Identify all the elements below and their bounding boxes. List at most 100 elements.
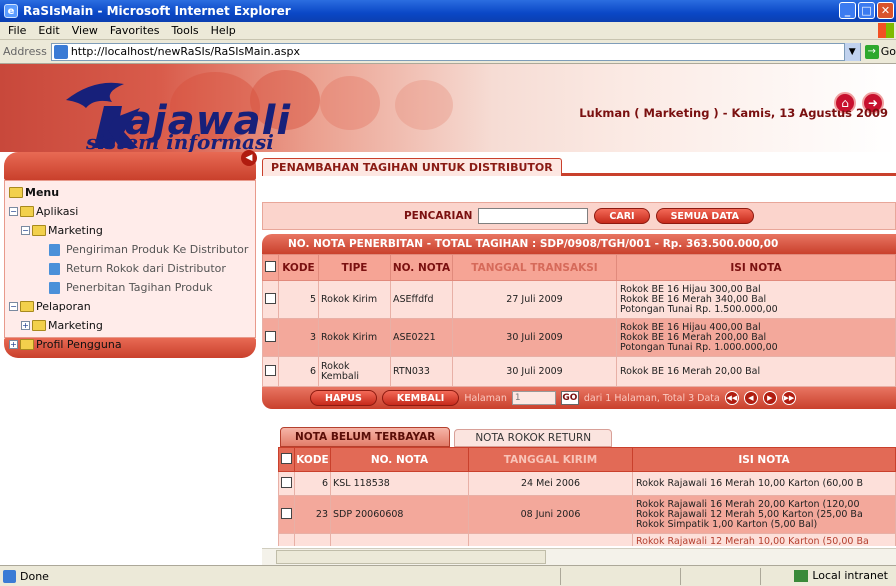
col-nota[interactable]: NO. NOTA (330, 447, 469, 472)
tree-label: Marketing (48, 319, 103, 332)
tree-item-aplikasi[interactable]: − Aplikasi (9, 202, 255, 221)
page-info: dari 1 Halaman, Total 3 Data (583, 392, 720, 404)
row-checkbox[interactable] (281, 476, 292, 488)
table-row[interactable]: 23 SDP 20060608 08 Juni 2006 Rokok Rajaw… (278, 495, 896, 534)
isi-line: Rokok BE 16 Hijau 300,00 Bal (620, 283, 761, 295)
collapse-icon[interactable]: − (21, 226, 30, 235)
address-input[interactable]: http://localhost/newRaSIs/RaSIsMain.aspx… (50, 42, 861, 61)
delete-button[interactable]: HAPUS (310, 390, 377, 406)
horizontal-scrollbar[interactable] (262, 548, 896, 565)
maximize-button[interactable]: □ (858, 2, 875, 19)
address-label: Address (3, 45, 47, 58)
menu-help[interactable]: Help (211, 24, 236, 37)
expand-icon[interactable]: + (21, 321, 30, 330)
cell-nota: SDP 20060608 (330, 495, 469, 534)
row-checkbox[interactable] (265, 330, 276, 342)
tree-item-return[interactable]: Return Rokok dari Distributor (9, 259, 255, 278)
menu-tools[interactable]: Tools (172, 24, 199, 37)
cell-kode: 6 (278, 356, 319, 387)
col-isi[interactable]: ISI NOTA (632, 447, 896, 472)
row-checkbox[interactable] (265, 292, 276, 304)
tree-item-marketing-report[interactable]: + Marketing (9, 316, 255, 335)
cell-tanggal: 24 Mei 2006 (468, 471, 633, 496)
search-bar: PENCARIAN CARI SEMUA DATA (262, 202, 896, 230)
select-all-checkbox[interactable] (262, 254, 279, 281)
panel-header: PENAMBAHAN TAGIHAN UNTUK DISTRIBUTOR (262, 152, 896, 176)
search-input[interactable] (478, 208, 589, 224)
prev-page-icon[interactable]: ◀ (743, 391, 758, 405)
collapse-icon[interactable]: − (9, 207, 18, 216)
last-page-icon[interactable]: ▶▶ (781, 391, 796, 405)
col-isi[interactable]: ISI NOTA (616, 254, 896, 281)
isi-line: Potongan Tunai Rp. 1.500.000,00 (620, 303, 778, 315)
page-go-button[interactable]: GO (560, 391, 579, 405)
show-all-button[interactable]: SEMUA DATA (655, 208, 755, 224)
tab-nota-belum-terbayar[interactable]: NOTA BELUM TERBAYAR (280, 427, 451, 447)
menu-tree: Menu − Aplikasi − Marketing Pengiriman P… (4, 180, 256, 351)
table-row[interactable]: 5 Rokok Kirim ASEffdfd 27 Juli 2009 Roko… (262, 280, 896, 319)
first-page-icon[interactable]: ◀◀ (724, 391, 739, 405)
col-kode[interactable]: KODE (294, 447, 331, 472)
table-row[interactable]: Rokok Rajawali 12 Merah 10,00 Karton (50… (278, 533, 896, 546)
cell-tipe: Rokok Kembali (318, 356, 391, 387)
address-dropdown-icon[interactable]: ▼ (843, 42, 860, 61)
isi-line: Rokok Rajawali 16 Merah 10,00 Karton (60… (636, 477, 863, 489)
close-button[interactable]: ✕ (877, 2, 894, 19)
cell-nota: RTN033 (390, 356, 453, 387)
go-button[interactable]: → Go (864, 44, 896, 59)
cell-nota: KSL 118538 (330, 471, 469, 496)
table-row[interactable]: 6 Rokok Kembali RTN033 30 Juli 2009 Roko… (262, 356, 896, 387)
page-icon (53, 44, 68, 59)
status-bar: Done Local intranet (0, 565, 896, 586)
row-checkbox[interactable] (265, 364, 276, 376)
menu-edit[interactable]: Edit (38, 24, 59, 37)
tree-item-pengiriman[interactable]: Pengiriman Produk Ke Distributor (9, 240, 255, 259)
page-input[interactable]: 1 (511, 391, 556, 405)
page-icon (49, 281, 60, 294)
scrollbar-thumb[interactable] (276, 550, 546, 564)
select-all-checkbox[interactable] (278, 447, 295, 472)
col-kode[interactable]: KODE (278, 254, 319, 281)
table-row[interactable]: 6 KSL 118538 24 Mei 2006 Rokok Rajawali … (278, 471, 896, 496)
cell-isi: Rokok Rajawali 16 Merah 20,00 Karton (12… (632, 495, 896, 534)
isi-line: Rokok BE 16 Merah 200,00 Bal (620, 331, 767, 343)
go-arrow-icon: → (864, 44, 879, 59)
search-button[interactable]: CARI (594, 208, 650, 224)
tree-item-marketing[interactable]: − Marketing (9, 221, 255, 240)
tree-label: Profil Pengguna (36, 338, 122, 351)
expand-icon[interactable]: + (9, 340, 18, 349)
minimize-button[interactable]: _ (839, 2, 856, 19)
collapse-sidebar-icon[interactable]: ◀ (241, 150, 257, 166)
table-row[interactable]: 3 Rokok Kirim ASE0221 30 Juli 2009 Rokok… (262, 318, 896, 357)
menu-view[interactable]: View (72, 24, 98, 37)
col-tanggal-kirim[interactable]: TANGGAL KIRIM (468, 447, 633, 472)
tree-label: Return Rokok dari Distributor (66, 262, 226, 275)
cell-isi: Rokok Rajawali 12 Merah 10,00 Karton (50… (632, 533, 896, 546)
next-page-icon[interactable]: ▶ (762, 391, 777, 405)
window-titlebar: e RaSIsMain - Microsoft Internet Explore… (0, 0, 896, 22)
tree-item-penerbitan[interactable]: Penerbitan Tagihan Produk (9, 278, 255, 297)
zone-label: Local intranet (812, 569, 888, 582)
tree-label: Aplikasi (36, 205, 79, 218)
folder-icon (20, 339, 34, 350)
windows-logo-icon (878, 23, 894, 38)
folder-icon (32, 225, 46, 236)
tree-item-menu[interactable]: Menu (9, 183, 255, 202)
menu-favorites[interactable]: Favorites (110, 24, 160, 37)
cell-isi: Rokok Rajawali 16 Merah 10,00 Karton (60… (632, 471, 896, 496)
collapse-icon[interactable]: − (9, 302, 18, 311)
col-nota[interactable]: NO. NOTA (390, 254, 453, 281)
col-tanggal[interactable]: TANGGAL TRANSAKSI (452, 254, 617, 281)
header-banner: ajawali sistem informasi ⌂ ➜ Lukman ( Ma… (0, 64, 896, 152)
menu-file[interactable]: File (8, 24, 26, 37)
row-checkbox[interactable] (281, 507, 292, 519)
window-title: RaSIsMain - Microsoft Internet Explorer (23, 4, 291, 18)
back-button[interactable]: KEMBALI (381, 390, 460, 406)
tree-item-pelaporan[interactable]: − Pelaporan (9, 297, 255, 316)
tab-nota-rokok-return[interactable]: NOTA ROKOK RETURN (454, 429, 613, 447)
tree-label: Menu (25, 186, 60, 199)
intranet-icon (794, 569, 809, 582)
col-tipe[interactable]: TIPE (318, 254, 391, 281)
nota-table: KODE TIPE NO. NOTA TANGGAL TRANSAKSI ISI… (262, 254, 896, 387)
isi-line: Rokok Simpatik 1,00 Karton (5,00 Bal) (636, 518, 818, 530)
